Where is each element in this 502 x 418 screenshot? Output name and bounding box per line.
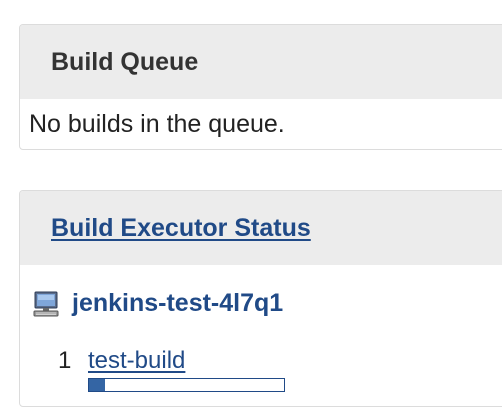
build-progress-bar[interactable] <box>88 378 285 392</box>
build-queue-header: Build Queue <box>20 25 502 99</box>
build-link[interactable]: test-build <box>88 347 285 375</box>
computer-icon <box>32 290 60 318</box>
executor-status-header: Build Executor Status <box>20 191 502 265</box>
executor-row: 1 test-build <box>58 347 285 392</box>
build-queue-title: Build Queue <box>51 47 199 76</box>
build-progress-fill <box>89 379 105 391</box>
executor-number: 1 <box>58 347 72 374</box>
executor-status-link[interactable]: Build Executor Status <box>51 214 311 243</box>
executor-status-pane: Build Executor Status jenkins-test-4l7q1… <box>19 190 502 407</box>
executor-build: test-build <box>88 347 285 392</box>
build-queue-pane: Build Queue No builds in the queue. <box>19 24 502 150</box>
node-row: jenkins-test-4l7q1 <box>32 289 283 318</box>
build-queue-empty-message: No builds in the queue. <box>29 109 285 138</box>
node-name-link[interactable]: jenkins-test-4l7q1 <box>72 289 283 318</box>
